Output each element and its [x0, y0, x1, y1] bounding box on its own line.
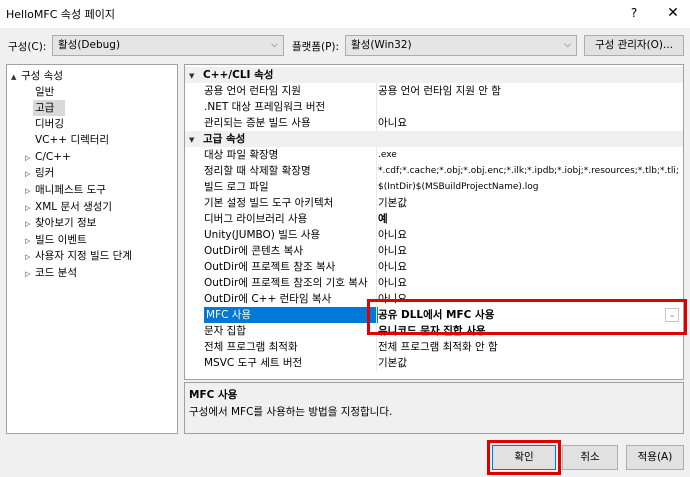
expand-icon[interactable]: ▷ — [25, 150, 35, 166]
tree-item-manifest-tool[interactable]: ▷ 매니페스트 도구 — [25, 182, 106, 198]
property-row[interactable]: 관리되는 증분 빌드 사용 아니요 — [185, 115, 683, 131]
expand-icon[interactable]: ▷ — [25, 233, 35, 249]
description-text: 구성에서 MFC를 사용하는 방법을 지정합니다. — [189, 406, 393, 418]
description-pane: MFC 사용 구성에서 MFC를 사용하는 방법을 지정합니다. — [184, 382, 684, 434]
property-tree: ▲ 구성 속성 일반 고급 디버깅 VC++ 디렉터리 ▷ C/C++ ▷ 링커 ▷ 매… — [6, 64, 178, 434]
platform-value: 활성(Win32) — [351, 39, 412, 51]
config-manager-button[interactable]: 구성 관리자(O)... — [584, 35, 684, 56]
property-row[interactable]: 기본 설정 빌드 도구 아키텍처 기본값 — [185, 195, 683, 211]
tree-item-xml-doc[interactable]: ▷ XML 문서 생성기 — [25, 199, 112, 215]
expand-icon[interactable]: ▷ — [25, 266, 35, 282]
config-label: 구성(C): — [8, 41, 47, 53]
property-row[interactable]: OutDir에 콘텐츠 복사 아니요 — [185, 243, 683, 259]
highlight-box — [487, 440, 561, 475]
tree-item-custom-build[interactable]: ▷ 사용자 지정 빌드 단계 — [25, 248, 132, 264]
tree-item-advanced[interactable]: 고급 — [33, 100, 65, 116]
expand-icon[interactable]: ▷ — [25, 249, 35, 265]
category-advanced[interactable]: ▼ 고급 속성 — [185, 131, 683, 147]
tree-item-browse-info[interactable]: ▷ 찾아보기 정보 — [25, 215, 96, 231]
tree-item-build-events[interactable]: ▷ 빌드 이벤트 — [25, 232, 87, 248]
expand-icon[interactable]: ▷ — [25, 183, 35, 199]
property-row[interactable]: OutDir에 프로젝트 참조 복사 아니요 — [185, 259, 683, 275]
window-title: HelloMFC 속성 페이지 — [6, 8, 115, 21]
config-value: 활성(Debug) — [58, 39, 121, 51]
description-title: MFC 사용 — [189, 389, 238, 401]
highlight-box — [367, 299, 687, 335]
collapse-icon[interactable]: ▼ — [189, 132, 203, 148]
platform-label: 플랫폼(P): — [292, 41, 340, 53]
collapse-icon[interactable]: ▲ — [11, 69, 21, 85]
help-button[interactable]: ? — [624, 3, 644, 23]
property-row[interactable]: 공용 언어 런타임 지원 공용 언어 런타임 지원 안 함 — [185, 83, 683, 99]
apply-button[interactable]: 적용(A) — [626, 445, 684, 470]
expand-icon[interactable]: ▷ — [25, 200, 35, 216]
title-bar: HelloMFC 속성 페이지 ? ✕ — [0, 0, 690, 28]
platform-combo[interactable]: 활성(Win32) ⌵ — [345, 35, 577, 56]
expand-icon[interactable]: ▷ — [25, 216, 35, 232]
tree-item-vc-directories[interactable]: VC++ 디렉터리 — [35, 132, 109, 148]
tree-item-cpp[interactable]: ▷ C/C++ — [25, 149, 71, 165]
tree-item-code-analysis[interactable]: ▷ 코드 분석 — [25, 265, 77, 281]
chevron-down-icon: ⌵ — [564, 40, 571, 50]
tree-item-general[interactable]: 일반 — [35, 84, 54, 100]
property-row[interactable]: Unity(JUMBO) 빌드 사용 아니요 — [185, 227, 683, 243]
property-row[interactable]: 정리할 때 삭제할 확장명 *.cdf;*.cache;*.obj;*.obj.e… — [185, 163, 683, 179]
category-cli[interactable]: ▼ C++/CLI 속성 — [185, 67, 683, 83]
property-row[interactable]: 전체 프로그램 최적화 전체 프로그램 최적화 안 함 — [185, 339, 683, 355]
tree-item-debugging[interactable]: 디버깅 — [35, 116, 64, 132]
property-row[interactable]: OutDir에 프로젝트 참조의 기호 복사 아니요 — [185, 275, 683, 291]
tree-item-linker[interactable]: ▷ 링커 — [25, 165, 54, 181]
chevron-down-icon: ⌵ — [271, 40, 278, 50]
property-row[interactable]: 빌드 로그 파일 $(IntDir)$(MSBuildProjectName).l… — [185, 179, 683, 195]
cancel-button[interactable]: 취소 — [562, 445, 618, 470]
property-row[interactable]: 대상 파일 확장명 .exe — [185, 147, 683, 163]
property-row[interactable]: 디버그 라이브러리 사용 예 — [185, 211, 683, 227]
property-row[interactable]: .NET 대상 프레임워크 버전 — [185, 99, 683, 115]
tree-item-config-props[interactable]: ▲ 구성 속성 — [11, 68, 63, 84]
property-row[interactable]: MSVC 도구 세트 버전 기본값 — [185, 355, 683, 371]
close-icon[interactable]: ✕ — [662, 3, 684, 23]
config-combo[interactable]: 활성(Debug) ⌵ — [52, 35, 284, 56]
expand-icon[interactable]: ▷ — [25, 166, 35, 182]
collapse-icon[interactable]: ▼ — [189, 68, 203, 84]
